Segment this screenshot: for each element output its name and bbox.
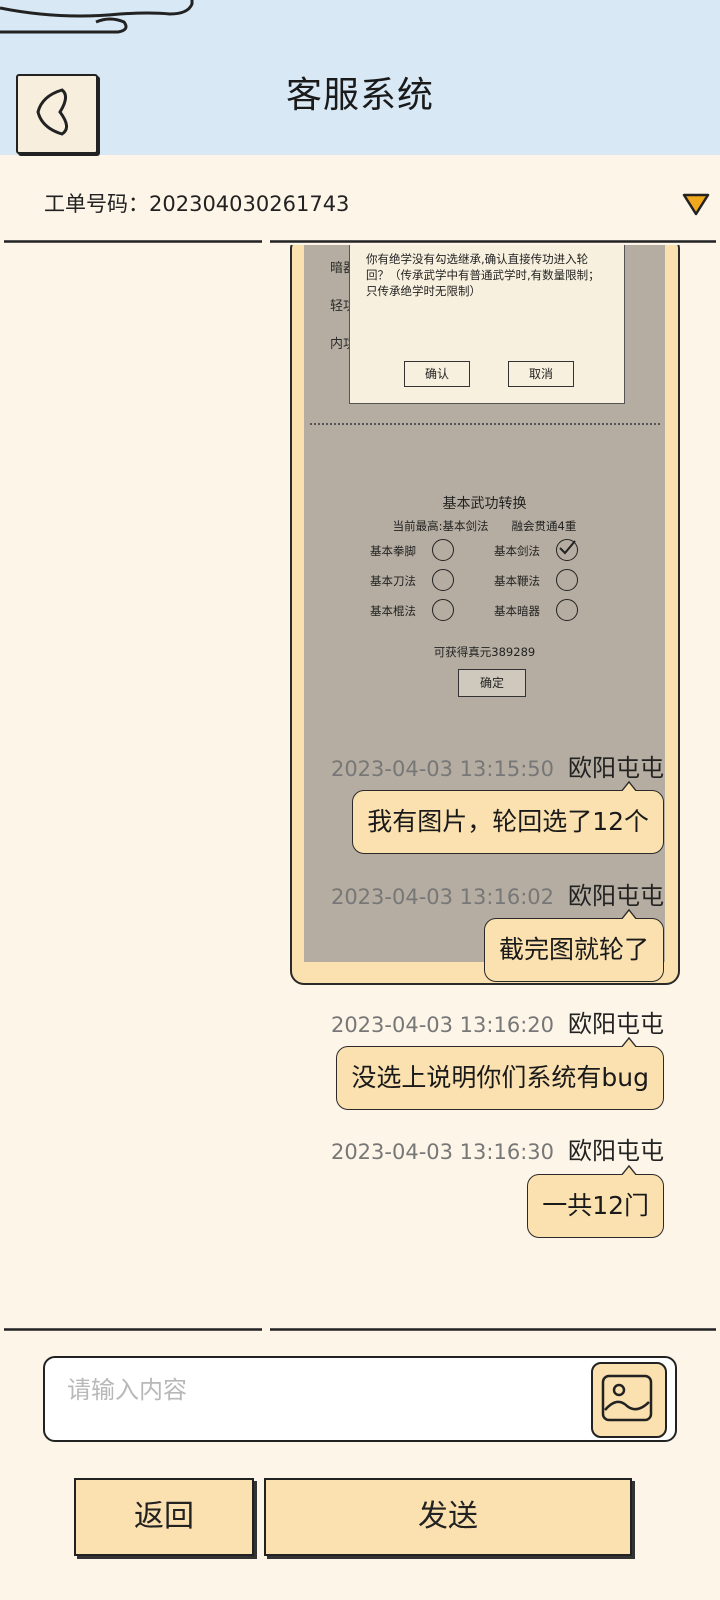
ticket-number: 工单号码：202304030261743 (44, 192, 350, 216)
dialog-text: 你有绝学没有勾选继承,确认直接传功进入轮回？（传承武学中有普通武学时,有数量限制… (366, 252, 600, 298)
divider (4, 240, 716, 243)
message-input-box (43, 1356, 677, 1442)
dotted-divider (310, 423, 660, 425)
option-radio (432, 599, 454, 621)
page-title: 客服系统 (285, 75, 434, 116)
option-radio (556, 569, 578, 591)
sender-name: 欧阳屯屯 (568, 1137, 664, 1165)
bubble-tail (621, 909, 637, 919)
message-bubble[interactable]: 截完图就轮了 (483, 909, 664, 982)
option-label: 基本棍法 (370, 604, 416, 618)
bubble-tail (621, 1037, 637, 1047)
sender-name: 欧阳屯屯 (568, 882, 664, 910)
option-label: 基本鞭法 (494, 574, 540, 588)
image-icon (601, 1374, 653, 1422)
option-radio (432, 539, 454, 561)
option-label: 基本暗器 (494, 604, 540, 618)
bubble-tail (621, 1165, 637, 1175)
sender-name: 欧阳屯屯 (568, 1010, 664, 1038)
message-bubble[interactable]: 一共12门 (527, 1165, 664, 1238)
message-time: 2023-04-03 13:15:50 (330, 757, 554, 781)
option-label: 基本拳脚 (370, 544, 416, 558)
gain-text: 可获得真元389289 (433, 645, 536, 659)
dialog-cancel-button: 取消 (508, 361, 574, 387)
message-text: 截完图就轮了 (498, 935, 649, 964)
message-text: 我有图片，轮回选了12个 (367, 807, 649, 836)
ticket-row: 工单号码：202304030261743 (0, 160, 720, 240)
message-meta: 2023-04-03 13:16:30 欧阳屯屯 (331, 1131, 664, 1166)
conversion-title: 基本武功转换 (442, 496, 527, 512)
conversion-subtitle: 当前最高:基本剑法 融会贯通4重 (392, 519, 577, 533)
game-screenshot: 暗器 轻功 内功 你有绝学没有勾选继承,确认直接传功进入轮回？（传承武学中有普通… (304, 245, 665, 962)
back-text-button[interactable]: 返回 (74, 1478, 254, 1556)
cloud-decoration-icon (0, 0, 194, 34)
chat-history[interactable]: 暗器 轻功 内功 你有绝学没有勾选继承,确认直接传功进入轮回？（传承武学中有普通… (0, 245, 720, 1325)
message-input[interactable] (65, 1368, 569, 1432)
sender-name: 欧阳屯屯 (568, 754, 664, 782)
message-bubble[interactable]: 没选上说明你们系统有bug (336, 1037, 664, 1110)
option-radio (432, 569, 454, 591)
message-meta: 2023-04-03 13:15:50 欧阳屯屯 (331, 748, 664, 783)
divider (4, 1328, 716, 1331)
image-upload-button[interactable] (591, 1362, 667, 1438)
image-message[interactable]: 暗器 轻功 内功 你有绝学没有勾选继承,确认直接传功进入轮回？（传承武学中有普通… (290, 245, 680, 985)
option-radio (556, 599, 578, 621)
bubble-tail (621, 781, 637, 791)
message-time: 2023-04-03 13:16:30 (330, 1140, 554, 1164)
message-meta: 2023-04-03 13:16:20 欧阳屯屯 (331, 1004, 664, 1039)
message-time: 2023-04-03 13:16:20 (330, 1013, 554, 1037)
confirm-dialog: 你有绝学没有勾选继承,确认直接传功进入轮回？（传承武学中有普通武学时,有数量限制… (349, 245, 625, 404)
screenshot-ok-button: 确定 (458, 669, 526, 697)
message-text: 一共12门 (542, 1191, 649, 1220)
header-bar: 客服系统 (0, 0, 720, 155)
option-label: 基本剑法 (494, 544, 540, 558)
send-button[interactable]: 发送 (264, 1478, 632, 1556)
triangle-down-icon[interactable] (682, 192, 710, 218)
option-radio-checked (556, 539, 578, 561)
dialog-confirm-button: 确认 (404, 361, 470, 387)
option-label: 基本刀法 (370, 574, 416, 588)
message-bubble[interactable]: 我有图片，轮回选了12个 (352, 781, 664, 854)
message-meta: 2023-04-03 13:16:02 欧阳屯屯 (331, 876, 664, 911)
message-time: 2023-04-03 13:16:02 (330, 885, 554, 909)
check-icon (559, 540, 576, 555)
message-text: 没选上说明你们系统有bug (351, 1063, 649, 1092)
